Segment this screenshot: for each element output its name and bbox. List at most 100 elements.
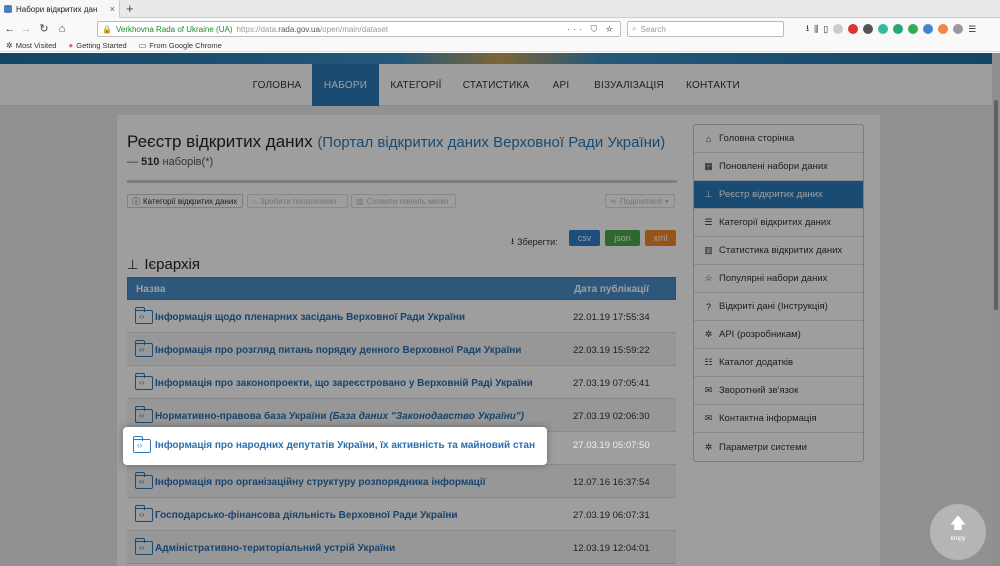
table-row: Інформація про розгляд питань порядку де… bbox=[127, 333, 676, 366]
sidebar-item-api[interactable]: ✲ API (розробникам) bbox=[694, 321, 863, 349]
extension-icon[interactable] bbox=[878, 24, 889, 34]
sidebar-item-updated[interactable]: ▦ Поновлені набори даних bbox=[694, 153, 863, 181]
folder-icon bbox=[134, 373, 153, 390]
reload-icon[interactable]: ↻ bbox=[37, 21, 51, 37]
header-name[interactable]: Назва bbox=[136, 284, 165, 295]
bookmark-getting-started[interactable]: ● Getting Started bbox=[68, 41, 126, 50]
shield-icon[interactable] bbox=[938, 24, 949, 34]
nav-statistics[interactable]: СТАТИСТИКА bbox=[458, 64, 534, 106]
nav-categories[interactable]: КАТЕГОРІЇ bbox=[386, 64, 446, 106]
url-bar[interactable]: 🔒 Verkhovna Rada of Ukraine (UA) https:/… bbox=[97, 21, 621, 37]
hide-menu-button[interactable]: ▥ Сховати панель меню bbox=[351, 194, 456, 208]
new-tab-button[interactable]: + bbox=[126, 1, 134, 17]
back-icon[interactable]: ← bbox=[3, 21, 17, 37]
hierarchy-heading: ⊥ Ієрархія bbox=[127, 256, 200, 273]
xml-button[interactable]: xml bbox=[645, 230, 676, 246]
browser-tab[interactable]: Набори відкритих дан × bbox=[0, 0, 120, 18]
categories-button[interactable]: ⓘ Категорії відкритих даних bbox=[127, 194, 243, 208]
opera-icon[interactable] bbox=[848, 24, 859, 34]
scrollbar-thumb[interactable] bbox=[994, 100, 998, 310]
close-tab-icon[interactable]: × bbox=[110, 4, 115, 14]
caret-down-icon: ▾ bbox=[664, 196, 669, 206]
page-title: Реєстр відкритих даних (Портал відкритих… bbox=[127, 132, 666, 151]
main-navigation: ГОЛОВНА НАБОРИ КАТЕГОРІЇ СТАТИСТИКА API … bbox=[0, 64, 1000, 106]
grammarly-icon[interactable] bbox=[893, 24, 904, 34]
csv-button[interactable]: csv bbox=[569, 230, 600, 246]
tab-bar: Набори відкритих дан × + bbox=[0, 0, 1000, 18]
forward-icon[interactable]: → bbox=[19, 21, 33, 37]
dataset-link[interactable]: Адміністративно-територіальний устрій Ук… bbox=[155, 543, 395, 554]
sidebar-item-home[interactable]: ⌂ Головна сторінка bbox=[694, 125, 863, 153]
download-icon: ⭳ bbox=[511, 236, 515, 246]
bookmark-google-chrome[interactable]: ▭ From Google Chrome bbox=[139, 41, 222, 50]
cog-icon: ✲ bbox=[704, 441, 713, 452]
sidebar-item-categories[interactable]: ☰ Категорії відкритих даних bbox=[694, 209, 863, 237]
library-icon[interactable]: ⫼ bbox=[814, 24, 818, 35]
publish-date: 22.01.19 17:55:34 bbox=[573, 312, 650, 323]
account-icon[interactable] bbox=[833, 24, 844, 34]
folder-icon bbox=[134, 472, 153, 489]
folder-icon bbox=[132, 436, 151, 453]
make-homepage-button[interactable]: ⌂ Зробити початковою bbox=[247, 194, 348, 208]
translate-icon[interactable] bbox=[923, 24, 934, 34]
gear-icon: ✲ bbox=[6, 41, 13, 50]
dataset-link[interactable]: Господарсько-фінансова діяльність Верхов… bbox=[155, 510, 458, 521]
nav-contacts[interactable]: КОНТАКТИ bbox=[682, 64, 744, 106]
table-row: Інформація про законопроекти, що зареєст… bbox=[127, 366, 676, 399]
table-row: Інформація про організаційну структуру р… bbox=[127, 465, 676, 498]
highlighted-dataset-link[interactable]: Інформація про народних депутатів Україн… bbox=[155, 440, 535, 451]
vpn-icon[interactable] bbox=[908, 24, 919, 34]
page-subtitle-link[interactable]: (Портал відкритих даних Верховної Ради У… bbox=[317, 134, 665, 151]
columns-icon: ▥ bbox=[356, 196, 364, 206]
lock-icon: 🔒 bbox=[102, 24, 112, 34]
sidebar-item-contacts[interactable]: ✉ Контактна інформація bbox=[694, 405, 863, 433]
search-input[interactable]: ⌕ Search bbox=[627, 21, 784, 37]
navigation-toolbar: ← → ↻ ⌂ 🔒 Verkhovna Rada of Ukraine (UA)… bbox=[0, 18, 1000, 40]
dataset-count: — 510 наборів(*) bbox=[127, 156, 214, 168]
publish-date: 27.03.19 06:07:31 bbox=[573, 510, 650, 521]
dataset-link[interactable]: Нормативно-правова база України (База да… bbox=[155, 411, 524, 422]
nav-api[interactable]: API bbox=[548, 64, 574, 106]
screenshot-icon[interactable] bbox=[953, 24, 964, 34]
page-actions-icon[interactable]: ··· ⛉ ☆ bbox=[567, 24, 616, 35]
bookmark-most-visited[interactable]: ✲ Most Visited bbox=[6, 41, 56, 50]
star-icon: ☆ bbox=[704, 273, 713, 283]
home-icon: ⌂ bbox=[252, 196, 257, 206]
home-icon: ⌂ bbox=[705, 133, 712, 144]
scroll-to-top-label: вгору bbox=[950, 536, 966, 542]
menu-icon[interactable]: ☰ bbox=[968, 24, 976, 35]
sidebar-item-feedback[interactable]: ✉ Зворотний зв'язок bbox=[694, 377, 863, 405]
bar-chart-icon: ▥ bbox=[704, 245, 713, 255]
sidebar-item-statistics[interactable]: ▥ Статистика відкритих даних bbox=[694, 237, 863, 265]
sidebar-item-apps[interactable]: ☷ Каталог додатків bbox=[694, 349, 863, 377]
envelope-icon: ✉ bbox=[704, 413, 713, 423]
nav-visualization[interactable]: ВІЗУАЛІЗАЦІЯ bbox=[590, 64, 668, 106]
folder-icon bbox=[134, 340, 153, 357]
scroll-to-top-button[interactable]: 🡅 вгору bbox=[930, 504, 986, 560]
info-icon: ⓘ bbox=[132, 196, 140, 206]
sidebar-icon[interactable]: ▯ bbox=[823, 24, 828, 35]
nav-home[interactable]: ГОЛОВНА bbox=[248, 64, 306, 106]
sidebar-item-instruction[interactable]: ? Відкриті дані (Інструкція) bbox=[694, 293, 863, 321]
folder-icon bbox=[134, 505, 153, 522]
addon-icon[interactable] bbox=[863, 24, 874, 34]
dataset-link[interactable]: Інформація про законопроекти, що зареєст… bbox=[155, 378, 533, 389]
dataset-link[interactable]: Інформація про організаційну структуру р… bbox=[155, 477, 485, 488]
download-icon[interactable]: ⭳ bbox=[806, 21, 809, 37]
nav-datasets[interactable]: НАБОРИ bbox=[312, 64, 379, 106]
folder-icon bbox=[134, 538, 153, 555]
json-button[interactable]: json bbox=[605, 230, 640, 246]
folder-icon: ▭ bbox=[138, 41, 147, 50]
share-button[interactable]: ⋖ Поділитися ▾ bbox=[605, 194, 675, 208]
dataset-link[interactable]: Інформація щодо пленарних засідань Верхо… bbox=[155, 312, 465, 323]
firefox-icon: ● bbox=[68, 41, 74, 50]
table-row: Господарсько-фінансова діяльність Верхов… bbox=[127, 498, 676, 531]
home-icon[interactable]: ⌂ bbox=[55, 21, 69, 37]
sidebar-item-settings[interactable]: ✲ Параметри системи bbox=[694, 433, 863, 461]
dataset-link[interactable]: Інформація про розгляд питань порядку де… bbox=[155, 345, 521, 356]
sidebar-item-popular[interactable]: ☆ Популярні набори даних bbox=[694, 265, 863, 293]
header-date[interactable]: Дата публікації bbox=[574, 284, 649, 295]
sitemap-icon: ⊥ bbox=[127, 256, 139, 272]
search-placeholder: Search bbox=[640, 24, 666, 34]
sidebar-item-registry[interactable]: ⊥ Реєстр відкритих даних bbox=[694, 181, 863, 209]
